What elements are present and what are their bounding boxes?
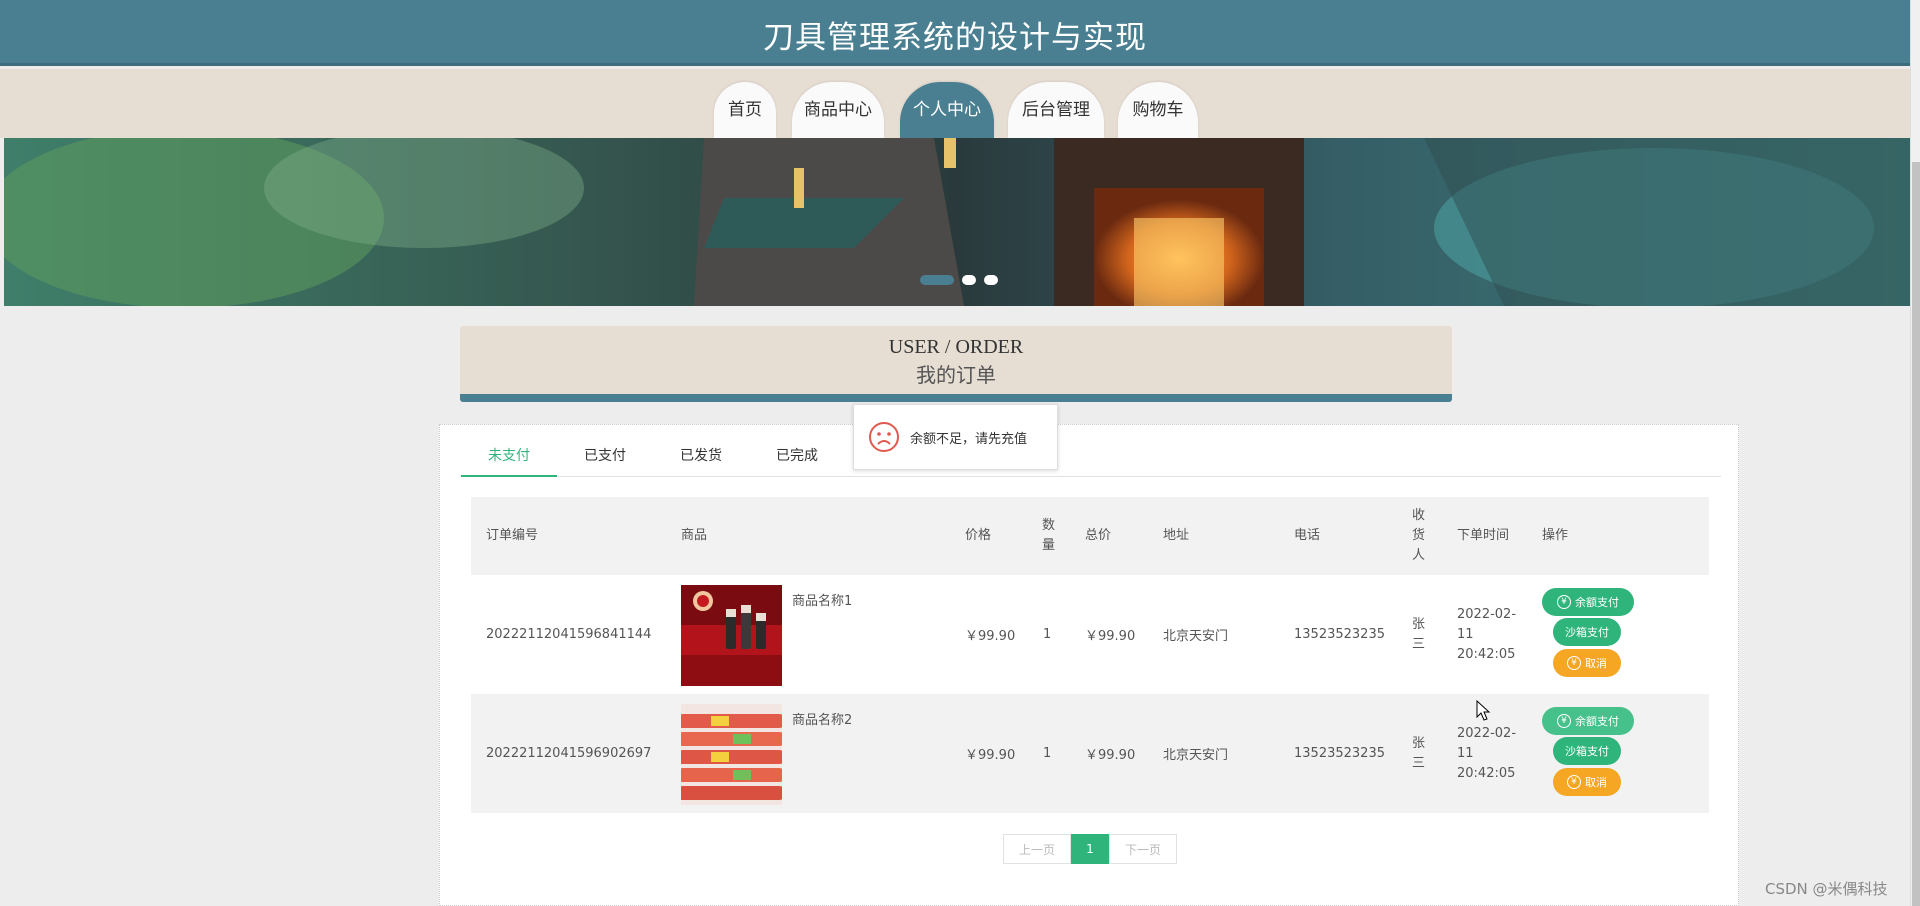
carousel-dot-1[interactable] [920, 275, 954, 285]
receiver: 张三 [1412, 735, 1426, 771]
cancel-button[interactable]: ¥ 取消 [1553, 768, 1621, 796]
nav-cart[interactable]: 购物车 [1118, 82, 1198, 138]
mouse-cursor-icon [1476, 700, 1491, 721]
tab-unpaid[interactable]: 未支付 [461, 441, 557, 477]
cancel-label: 取消 [1585, 657, 1607, 670]
page-1-button[interactable]: 1 [1071, 834, 1109, 864]
price: ￥99.90 [965, 629, 1016, 644]
order-time: 2022-02-11 20:42:05 [1457, 606, 1517, 662]
tab-completed[interactable]: 已完成 [749, 441, 845, 477]
cancel-label: 取消 [1585, 776, 1607, 789]
nav-home[interactable]: 首页 [714, 82, 776, 138]
tab-shipped[interactable]: 已发货 [653, 441, 749, 477]
yen-icon: ¥ [1567, 656, 1581, 670]
error-toast: 余额不足，请先充值 [853, 404, 1058, 470]
sandbox-pay-button[interactable]: 沙箱支付 [1553, 737, 1621, 765]
nav-personal-center[interactable]: 个人中心 [900, 82, 994, 138]
order-status-tabs: 未支付 已支付 已发货 已完成 [461, 441, 1721, 477]
product-image[interactable] [681, 704, 782, 805]
page-title-box: USER / ORDER 我的订单 [460, 326, 1452, 402]
carousel-dot-2[interactable] [962, 275, 976, 285]
table-header: 订单编号 商品 价格 数量 总价 地址 电话 收货人 下单时间 操作 [471, 497, 1709, 575]
product-name[interactable]: 商品名称2 [792, 708, 852, 728]
quantity: 1 [1043, 627, 1052, 642]
balance-pay-label: 余额支付 [1575, 715, 1619, 728]
col-phone: 电话 [1294, 528, 1321, 543]
cancel-button[interactable]: ¥ 取消 [1553, 649, 1621, 677]
balance-pay-button[interactable]: ¥ 余额支付 [1542, 588, 1634, 616]
sandbox-pay-button[interactable]: 沙箱支付 [1553, 618, 1621, 646]
quantity: 1 [1043, 746, 1052, 761]
phone: 13523523235 [1294, 746, 1385, 761]
prev-page-button[interactable]: 上一页 [1003, 834, 1071, 864]
nav-admin[interactable]: 后台管理 [1008, 82, 1104, 138]
scrollbar-thumb[interactable] [1912, 162, 1920, 906]
col-total: 总价 [1085, 528, 1112, 543]
order-number: 20222112041596902697 [486, 746, 652, 761]
carousel-dot-3[interactable] [984, 275, 998, 285]
address: 北京天安门 [1163, 629, 1229, 644]
orders-table: 订单编号 商品 价格 数量 总价 地址 电话 收货人 下单时间 操作 20222… [471, 497, 1709, 813]
total-price: ￥99.90 [1085, 748, 1136, 763]
toast-message: 余额不足，请先充值 [910, 431, 1028, 447]
col-actions: 操作 [1542, 528, 1569, 543]
product-name[interactable]: 商品名称1 [792, 589, 852, 609]
receiver: 张三 [1412, 616, 1426, 652]
app-header: 刀具管理系统的设计与实现 [0, 0, 1910, 66]
page-title-en: USER / ORDER [888, 336, 1024, 358]
next-page-button[interactable]: 下一页 [1109, 834, 1177, 864]
sad-face-icon [869, 422, 899, 452]
col-receiver: 收货人 [1412, 508, 1426, 563]
product-image[interactable] [681, 585, 782, 686]
balance-pay-label: 余额支付 [1575, 596, 1619, 609]
price: ￥99.90 [965, 748, 1016, 763]
col-product: 商品 [681, 528, 708, 543]
yen-icon: ¥ [1567, 775, 1581, 789]
watermark: CSDN @米偶科技 [1765, 880, 1888, 898]
page-scrollbar[interactable] [1910, 0, 1920, 906]
address: 北京天安门 [1163, 748, 1229, 763]
nav-products[interactable]: 商品中心 [792, 82, 884, 138]
tab-paid[interactable]: 已支付 [557, 441, 653, 477]
col-order-time: 下单时间 [1457, 528, 1510, 543]
banner-image [4, 138, 1910, 306]
yen-icon: ¥ [1557, 714, 1571, 728]
phone: 13523523235 [1294, 627, 1385, 642]
order-number: 20222112041596841144 [486, 627, 652, 642]
balance-pay-button[interactable]: ¥ 余额支付 [1542, 707, 1634, 735]
col-address: 地址 [1163, 528, 1190, 543]
total-price: ￥99.90 [1085, 629, 1136, 644]
page-title-cn: 我的订单 [916, 363, 996, 387]
col-qty: 数量 [1042, 518, 1056, 553]
table-row: 20222112041596841144 商品名称1 ￥99.90 1 ￥99.… [471, 575, 1709, 694]
col-price: 价格 [965, 528, 992, 543]
site-title: 刀具管理系统的设计与实现 [763, 20, 1147, 56]
table-row: 20222112041596902697 商品名称2 ￥99.90 1 ￥99.… [471, 694, 1709, 813]
yen-icon: ¥ [1557, 595, 1571, 609]
banner-carousel[interactable] [4, 138, 1910, 306]
main-nav: 首页 商品中心 个人中心 后台管理 购物车 [0, 69, 1910, 138]
col-order-no: 订单编号 [486, 528, 539, 543]
